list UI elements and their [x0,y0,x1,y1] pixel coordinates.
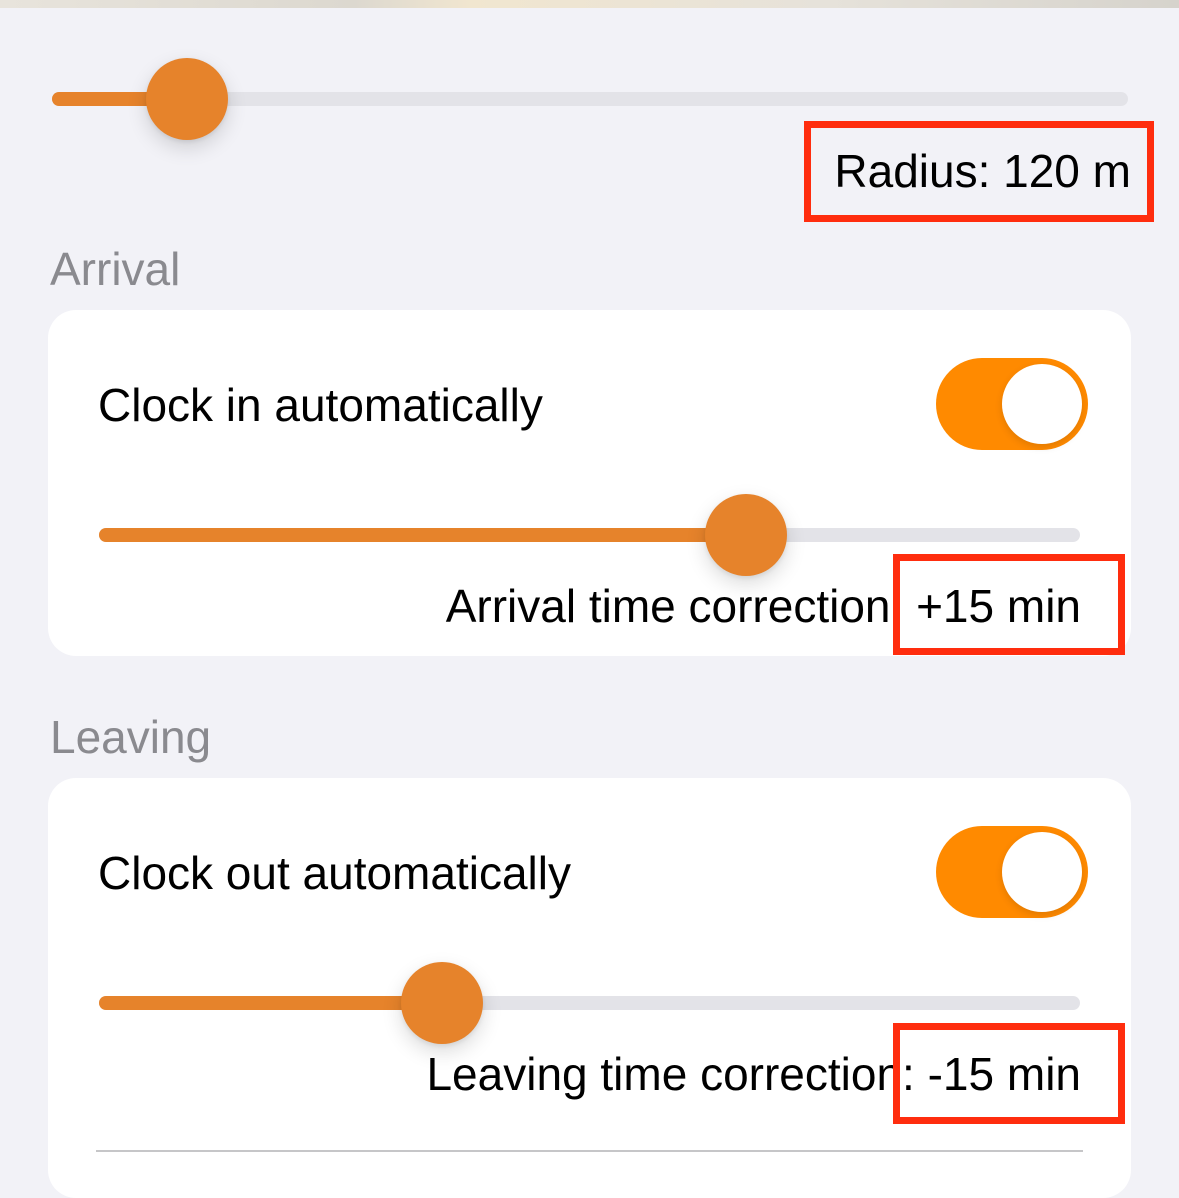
arrival-slider-fill [99,528,747,542]
leaving-correction-label: Leaving time correction: [426,1048,915,1100]
arrival-correction-label: Arrival time correction: [445,580,904,632]
clock-in-label: Clock in automatically [98,379,543,431]
leaving-slider-fill [99,996,443,1010]
leaving-value-highlight-box [893,1023,1125,1124]
clock-out-label: Clock out automatically [98,847,571,899]
arrival-value-highlight-box [893,554,1125,655]
clock-in-toggle[interactable] [936,358,1088,450]
clock-in-toggle-knob [1002,364,1082,444]
radius-slider-thumb[interactable] [145,58,228,140]
arrival-correction-slider[interactable] [99,494,1080,576]
leaving-slider-thumb[interactable] [401,962,484,1044]
arrival-section-title: Arrival [50,243,181,295]
map-preview-edge [0,0,1179,8]
leaving-correction-slider[interactable] [99,962,1080,1044]
radius-highlight-box [804,121,1154,222]
arrival-slider-thumb[interactable] [705,494,788,576]
row-divider [96,1150,1083,1152]
radius-slider[interactable] [52,58,1128,140]
leaving-section-title: Leaving [50,711,212,763]
clock-out-toggle[interactable] [936,826,1088,918]
leaving-card: Clock out automatically Leaving time cor… [48,778,1131,1198]
clock-out-toggle-knob [1002,832,1082,912]
